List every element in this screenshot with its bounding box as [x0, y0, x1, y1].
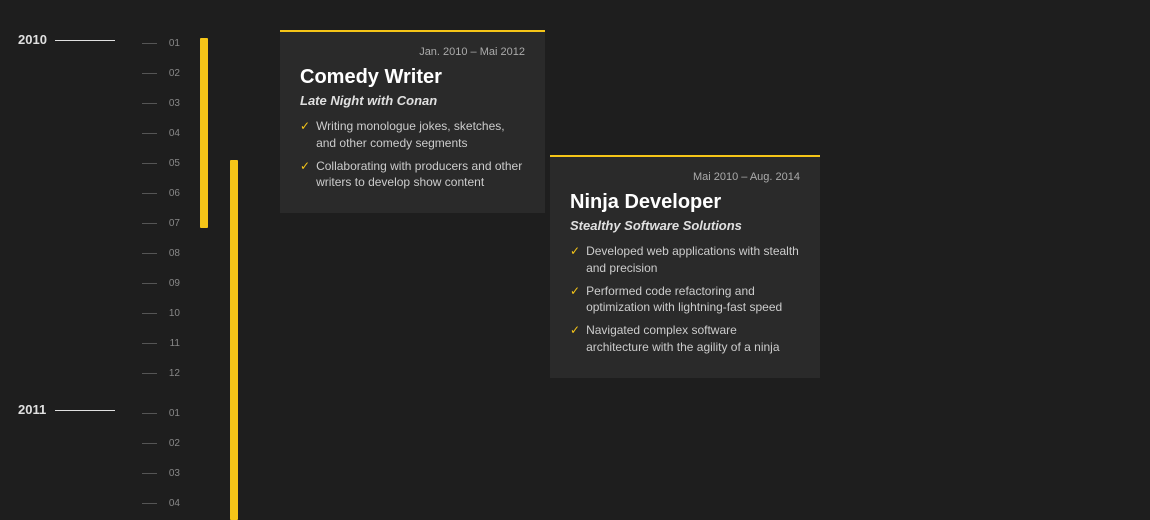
tick-2011-01	[142, 413, 157, 414]
month-10: 10	[160, 308, 180, 319]
check-icon-5: ✓	[570, 322, 580, 339]
main-content: Jan. 2010 – Mai 2012 Comedy Writer Late …	[200, 0, 1150, 519]
month-09: 09	[160, 278, 180, 289]
ninja-developer-date: Mai 2010 – Aug. 2014	[570, 171, 800, 183]
tick-2011-03	[142, 473, 157, 474]
tick-2011-04	[142, 503, 157, 504]
month-05: 05	[160, 158, 180, 169]
comedy-writer-date: Jan. 2010 – Mai 2012	[300, 46, 525, 58]
ninja-bullet-3-text: Navigated complex software architecture …	[586, 322, 800, 356]
ninja-bullet-2-text: Performed code refactoring and optimizat…	[586, 283, 800, 317]
month-03: 03	[160, 98, 180, 109]
ninja-bullet-3: ✓ Navigated complex software architectur…	[570, 322, 800, 356]
tick-09	[142, 283, 157, 284]
tick-04	[142, 133, 157, 134]
month-06: 06	[160, 188, 180, 199]
tick-02	[142, 73, 157, 74]
year-2011-label: 2011	[18, 402, 46, 417]
ninja-developer-card: Mai 2010 – Aug. 2014 Ninja Developer Ste…	[550, 155, 820, 378]
comedy-writer-subtitle: Late Night with Conan	[300, 93, 525, 108]
month-01: 01	[160, 38, 180, 49]
month-2011-04: 04	[160, 498, 180, 509]
card-top-accent-ninja	[550, 155, 820, 157]
comedy-writer-title: Comedy Writer	[300, 66, 525, 89]
check-icon-3: ✓	[570, 243, 580, 260]
tick-2011-02	[142, 443, 157, 444]
tick-03	[142, 103, 157, 104]
month-2011-01: 01	[160, 408, 180, 419]
check-icon-2: ✓	[300, 158, 310, 175]
month-08: 08	[160, 248, 180, 259]
timeline-sidebar: 2010 01 02 03 04 05 06 07 08 09 10 11 12…	[0, 0, 200, 519]
ninja-bullet-1-text: Developed web applications with stealth …	[586, 243, 800, 277]
ninja-bullet-2: ✓ Performed code refactoring and optimiz…	[570, 283, 800, 317]
comedy-writer-card: Jan. 2010 – Mai 2012 Comedy Writer Late …	[280, 30, 545, 213]
ninja-developer-subtitle: Stealthy Software Solutions	[570, 218, 800, 233]
comedy-bullet-2: ✓ Collaborating with producers and other…	[300, 158, 525, 192]
ninja-bullet-1: ✓ Developed web applications with stealt…	[570, 243, 800, 277]
year-2011-line	[55, 410, 115, 411]
month-07: 07	[160, 218, 180, 229]
main-container: 2010 01 02 03 04 05 06 07 08 09 10 11 12…	[0, 0, 1150, 519]
tick-06	[142, 193, 157, 194]
tick-07	[142, 223, 157, 224]
comedy-bullet-1-text: Writing monologue jokes, sketches, and o…	[316, 118, 525, 152]
tick-05	[142, 163, 157, 164]
tick-01	[142, 43, 157, 44]
month-02: 02	[160, 68, 180, 79]
check-icon-1: ✓	[300, 118, 310, 135]
card-top-accent-comedy	[280, 30, 545, 32]
tick-11	[142, 343, 157, 344]
tick-08	[142, 253, 157, 254]
tick-10	[142, 313, 157, 314]
month-2011-03: 03	[160, 468, 180, 479]
month-2011-02: 02	[160, 438, 180, 449]
comedy-bullet-1: ✓ Writing monologue jokes, sketches, and…	[300, 118, 525, 152]
check-icon-4: ✓	[570, 283, 580, 300]
month-12: 12	[160, 368, 180, 379]
comedy-bullet-2-text: Collaborating with producers and other w…	[316, 158, 525, 192]
month-04: 04	[160, 128, 180, 139]
year-2010-line	[55, 40, 115, 41]
year-2010-label: 2010	[18, 32, 47, 47]
month-11: 11	[160, 338, 180, 349]
ninja-developer-title: Ninja Developer	[570, 191, 800, 214]
tick-12	[142, 373, 157, 374]
